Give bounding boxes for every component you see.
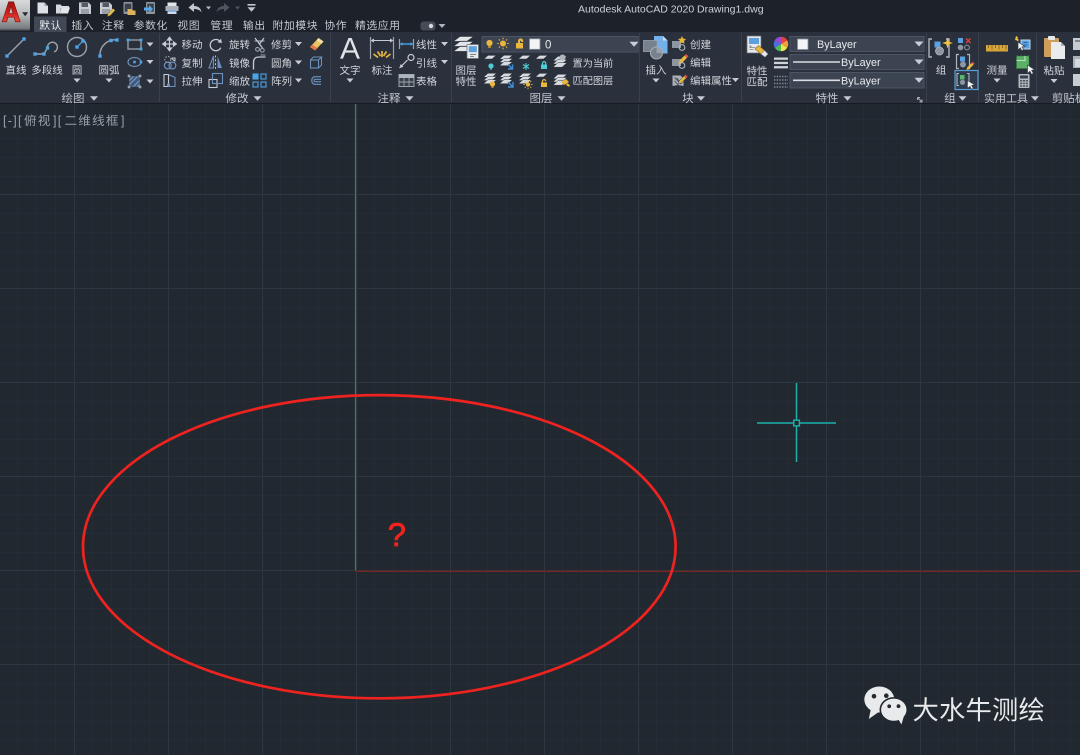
svg-text:[-][: [-][	[3, 114, 23, 128]
svg-text:ByLayer: ByLayer	[817, 39, 857, 51]
svg-text:Drawing1.dwg: Drawing1.dwg	[697, 4, 764, 16]
svg-text:ByLayer: ByLayer	[841, 57, 881, 69]
svg-text:0: 0	[545, 39, 551, 51]
svg-text:][: ][	[53, 114, 63, 128]
svg-text:Autodesk AutoCAD 2020: Autodesk AutoCAD 2020	[578, 4, 694, 16]
svg-text:]: ]	[121, 114, 124, 128]
svg-text:ByLayer: ByLayer	[841, 75, 881, 87]
